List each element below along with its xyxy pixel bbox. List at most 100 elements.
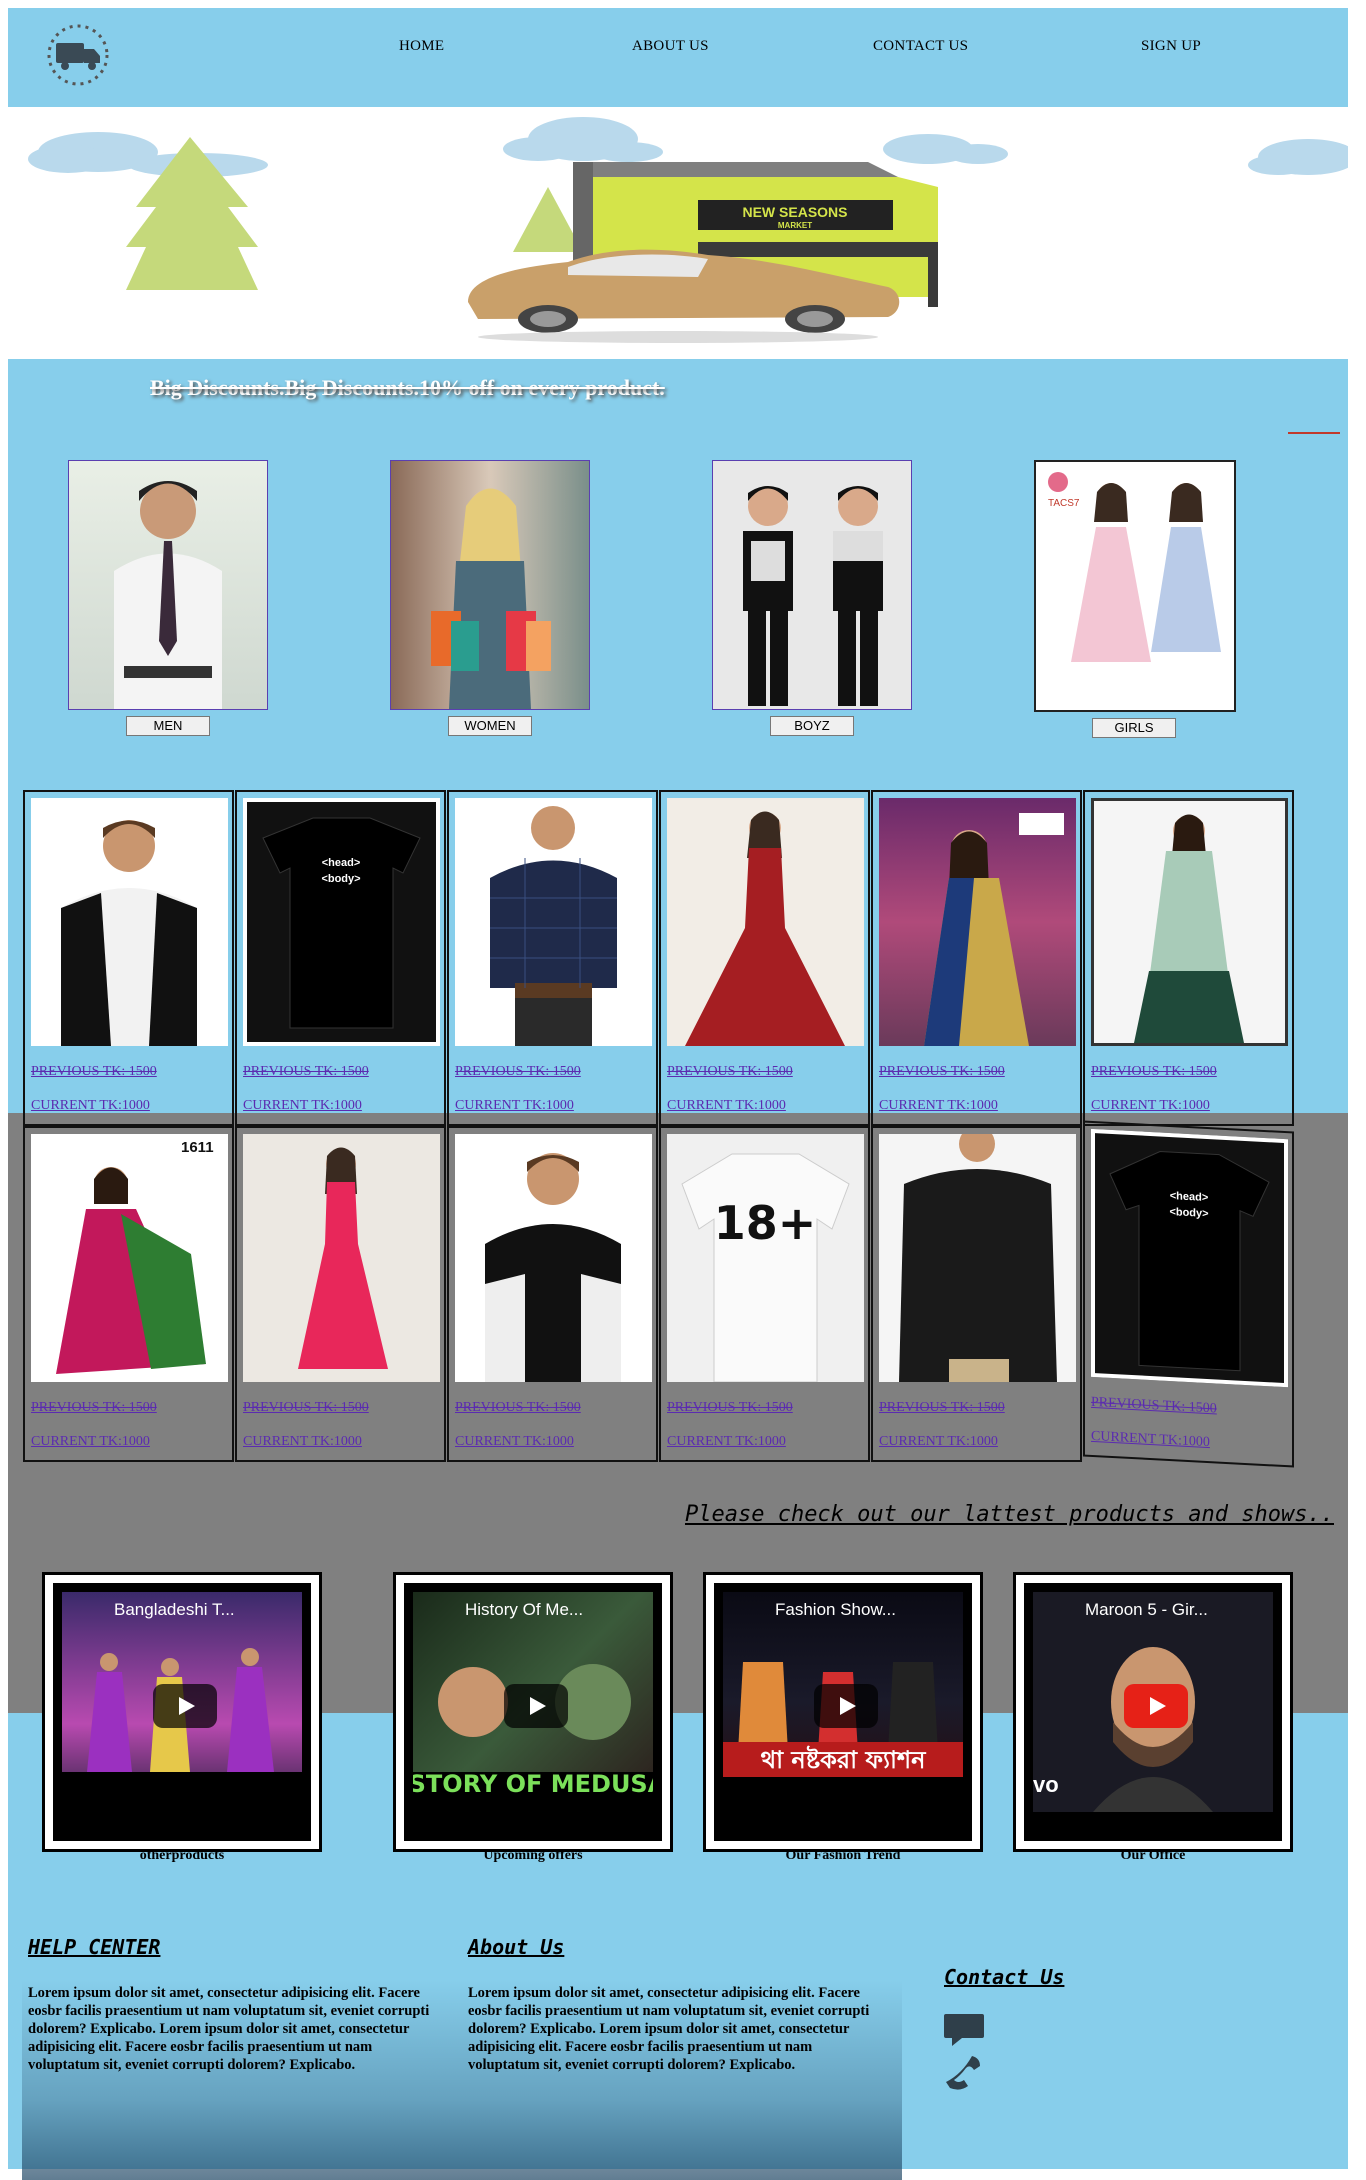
video-overlay-text: vo	[1033, 1772, 1059, 1797]
previous-price-link[interactable]: PREVIOUS TK: 1500	[455, 1400, 581, 1416]
phone-icon[interactable]	[942, 2052, 986, 2092]
category-girls-button[interactable]: GIRLS	[1092, 718, 1176, 738]
category-men-button[interactable]: MEN	[126, 716, 210, 736]
video-title: History Of Me...	[465, 1600, 584, 1619]
category-men: MEN	[68, 460, 268, 736]
previous-price-link[interactable]: PREVIOUS TK: 1500	[31, 1400, 157, 1416]
product-image[interactable]: <head> <body>	[243, 798, 440, 1046]
current-price-link[interactable]: CURRENT TK:1000	[879, 1434, 998, 1450]
product-card[interactable]: PREVIOUS TK: 1500 CURRENT TK:1000	[447, 790, 658, 1126]
product-card[interactable]: PREVIOUS TK: 1500 CURRENT TK:1000	[447, 1126, 658, 1462]
video-caption: Our Fashion Trend	[785, 1848, 901, 1863]
previous-price-link[interactable]: PREVIOUS TK: 1500	[667, 1064, 793, 1080]
product-image[interactable]	[455, 1134, 652, 1382]
category-girls: TACS7 GIRLS	[1034, 460, 1236, 738]
product-card[interactable]: PREVIOUS TK: 1500 CURRENT TK:1000	[1083, 790, 1294, 1126]
current-price-link[interactable]: CURRENT TK:1000	[455, 1098, 574, 1114]
store-sign-subtext: MARKET	[778, 221, 812, 230]
product-image[interactable]	[455, 798, 652, 1046]
category-boyz-image[interactable]	[712, 460, 912, 710]
current-price-link[interactable]: CURRENT TK:1000	[667, 1434, 786, 1450]
previous-price-link[interactable]: PREVIOUS TK: 1500	[243, 1400, 369, 1416]
current-price-link[interactable]: CURRENT TK:1000	[879, 1098, 998, 1114]
previous-price-link[interactable]: PREVIOUS TK: 1500	[1091, 1395, 1217, 1418]
current-price-link[interactable]: CURRENT TK:1000	[455, 1434, 574, 1450]
previous-price-link[interactable]: PREVIOUS TK: 1500	[243, 1064, 369, 1080]
nav-contact-link[interactable]: CONTACT US	[873, 38, 968, 55]
video-title: Fashion Show...	[775, 1600, 896, 1619]
tshirt-print-text: <head>	[1170, 1190, 1209, 1204]
product-card[interactable]: PREVIOUS TK: 1500 CURRENT TK:1000	[235, 1126, 446, 1462]
category-women-button[interactable]: WOMEN	[448, 716, 532, 736]
tshirt-print-text: <head>	[322, 857, 361, 869]
category-men-image[interactable]	[68, 460, 268, 710]
product-card[interactable]: PREVIOUS TK: 1500 CURRENT TK:1000	[23, 790, 234, 1126]
top-navbar: HOME ABOUT US CONTACT US SIGN UP	[8, 8, 1348, 107]
current-price-link[interactable]: CURRENT TK:1000	[1091, 1098, 1210, 1114]
product-card[interactable]: <head> <body> PREVIOUS TK: 1500 CURRENT …	[1083, 1120, 1294, 1468]
play-button-icon[interactable]	[1124, 1684, 1188, 1728]
category-women-image[interactable]	[390, 460, 590, 710]
help-center-text: Lorem ipsum dolor sit amet, consectetur …	[28, 1985, 430, 2073]
tshirt-print-text: <body>	[1169, 1206, 1208, 1220]
product-image[interactable]	[879, 1134, 1076, 1382]
contact-us-heading: Contact Us	[944, 1965, 1065, 1989]
previous-price-link[interactable]: PREVIOUS TK: 1500	[667, 1400, 793, 1416]
hero-illustration: NEW SEASONS MARKET	[8, 107, 1348, 359]
play-button-icon[interactable]	[504, 1684, 568, 1728]
product-card[interactable]: 1611 PREVIOUS TK: 1500 CURRENT TK:1000	[23, 1126, 234, 1462]
tshirt-print-text: <body>	[321, 873, 360, 885]
previous-price-link[interactable]: PREVIOUS TK: 1500	[879, 1064, 1005, 1080]
product-card[interactable]: 18+ PREVIOUS TK: 1500 CURRENT TK:1000	[659, 1126, 870, 1462]
video-caption: otherproducts	[139, 1848, 225, 1863]
chat-bubble-icon[interactable]	[942, 2012, 986, 2048]
category-boyz-button[interactable]: BOYZ	[770, 716, 854, 736]
product-card[interactable]: PREVIOUS TK: 1500 CURRENT TK:1000	[659, 790, 870, 1126]
play-button-icon[interactable]	[153, 1684, 217, 1728]
category-boyz: BOYZ	[712, 460, 912, 736]
current-price-link[interactable]: CURRENT TK:1000	[243, 1098, 362, 1114]
video-embed[interactable]: vo Maroon 5 - Gir...	[1013, 1572, 1293, 1852]
product-image[interactable]	[1091, 798, 1288, 1046]
red-divider	[1288, 432, 1340, 434]
video-embed[interactable]: Bangladeshi T...	[42, 1572, 322, 1852]
product-image[interactable]	[667, 798, 864, 1046]
video-caption: Our Office	[1120, 1848, 1186, 1863]
video-title: Bangladeshi T...	[114, 1600, 235, 1619]
current-price-link[interactable]: CURRENT TK:1000	[667, 1098, 786, 1114]
product-image[interactable]: 1611	[31, 1134, 228, 1382]
current-price-link[interactable]: CURRENT TK:1000	[1091, 1429, 1210, 1451]
product-card[interactable]: PREVIOUS TK: 1500 CURRENT TK:1000	[871, 1126, 1082, 1462]
video-title: Maroon 5 - Gir...	[1085, 1600, 1208, 1619]
product-image[interactable]	[31, 798, 228, 1046]
nav-home-link[interactable]: HOME	[399, 38, 444, 55]
current-price-link[interactable]: CURRENT TK:1000	[243, 1434, 362, 1450]
latest-products-heading: Please check out our lattest products an…	[684, 1502, 1334, 1527]
delivery-truck-icon[interactable]	[46, 23, 110, 87]
play-button-icon[interactable]	[814, 1684, 878, 1728]
nav-about-link[interactable]: ABOUT US	[632, 38, 709, 55]
product-code-text: 1611	[181, 1139, 214, 1156]
tee-print-text: 18+	[714, 1196, 817, 1250]
nav-signup-link[interactable]: SIGN UP	[1141, 38, 1201, 55]
product-image[interactable]	[243, 1134, 440, 1382]
help-center-heading: HELP CENTER	[28, 1935, 161, 1959]
current-price-link[interactable]: CURRENT TK:1000	[31, 1434, 150, 1450]
product-image[interactable]: <head> <body>	[1091, 1128, 1288, 1388]
current-price-link[interactable]: CURRENT TK:1000	[31, 1098, 150, 1114]
product-image[interactable]	[879, 798, 1076, 1046]
video-embed[interactable]: ISTORY OF MEDUSA History Of Me...	[393, 1572, 673, 1852]
previous-price-link[interactable]: PREVIOUS TK: 1500	[455, 1064, 581, 1080]
about-us-text: Lorem ipsum dolor sit amet, consectetur …	[468, 1985, 870, 2073]
previous-price-link[interactable]: PREVIOUS TK: 1500	[1091, 1064, 1217, 1080]
product-card[interactable]: PREVIOUS TK: 1500 CURRENT TK:1000	[871, 790, 1082, 1126]
product-card[interactable]: <head> <body> PREVIOUS TK: 1500 CURRENT …	[235, 790, 446, 1126]
previous-price-link[interactable]: PREVIOUS TK: 1500	[879, 1400, 1005, 1416]
category-girls-image[interactable]: TACS7	[1034, 460, 1236, 712]
product-image[interactable]: 18+	[667, 1134, 864, 1382]
store-sign-text: NEW SEASONS	[742, 204, 847, 220]
video-embed[interactable]: থা নষ্টকরা ফ্যাশন Fashion Show...	[703, 1572, 983, 1852]
video-overlay-text: থা নষ্টকরা ফ্যাশন	[761, 1745, 928, 1774]
previous-price-link[interactable]: PREVIOUS TK: 1500	[31, 1064, 157, 1080]
category-women: WOMEN	[390, 460, 590, 736]
